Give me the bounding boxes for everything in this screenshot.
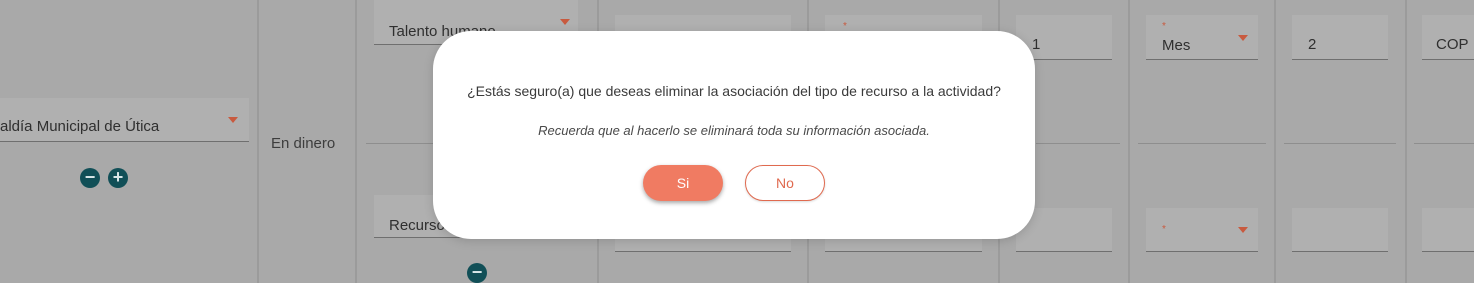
confirm-yes-button[interactable]: Si (643, 165, 723, 201)
confirm-delete-dialog: ¿Estás seguro(a) que deseas eliminar la … (433, 31, 1035, 239)
dialog-question: ¿Estás seguro(a) que deseas eliminar la … (467, 83, 1001, 99)
confirm-no-button[interactable]: No (745, 165, 825, 201)
dialog-note: Recuerda que al hacerlo se eliminará tod… (538, 123, 930, 138)
modal-overlay: ¿Estás seguro(a) que deseas eliminar la … (0, 0, 1474, 283)
